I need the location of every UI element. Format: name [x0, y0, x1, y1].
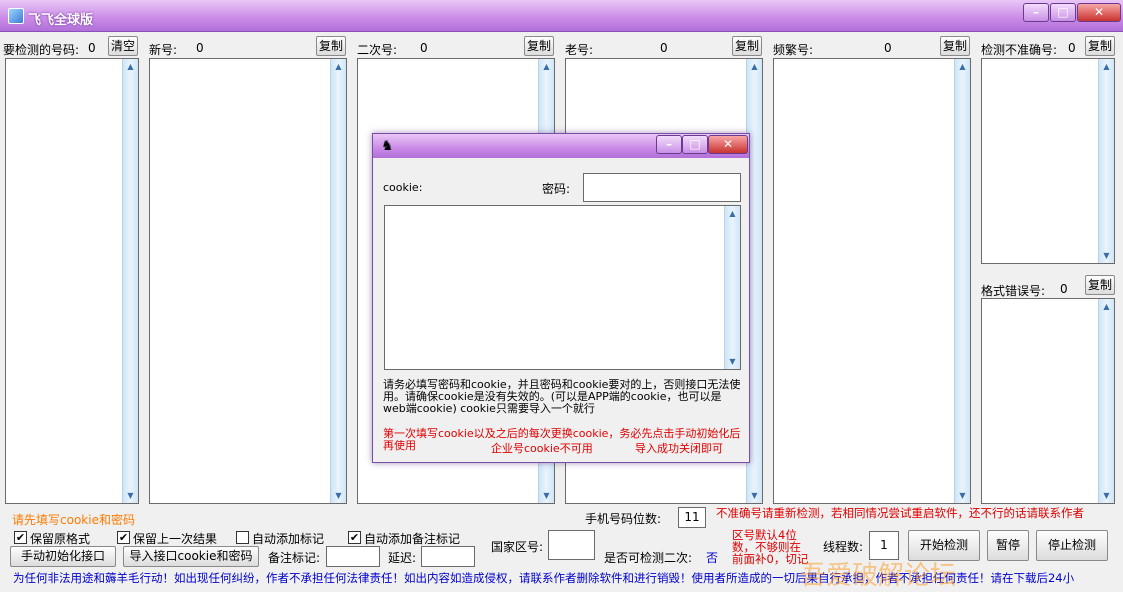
to-check-textarea[interactable]: ▲ ▼	[5, 58, 139, 504]
import-cookie-button[interactable]: 导入接口cookie和密码	[123, 546, 259, 567]
copy-inaccurate-button[interactable]: 复制	[1085, 36, 1115, 56]
threads-label: 线程数:	[823, 540, 864, 554]
maximize-button[interactable]: □	[1050, 3, 1076, 22]
phone-digits-label: 手机号码位数:	[585, 512, 662, 526]
dialog-maximize-button[interactable]: □	[682, 135, 708, 154]
country-code-label: 国家区号:	[491, 540, 544, 554]
scroll-down-icon[interactable]: ▼	[1099, 248, 1114, 263]
format-error-label: 格式错误号:	[981, 284, 1046, 298]
to-check-count: 0	[88, 41, 96, 55]
recheck-hint: 不准确号请重新检测，若相同情况尝试重启软件，还不行的话请联系作者	[716, 506, 1084, 520]
format-error-count: 0	[1060, 282, 1068, 296]
password-input[interactable]	[583, 173, 741, 202]
copy-old-button[interactable]: 复制	[732, 36, 762, 56]
frequent-textarea[interactable]: ▲ ▼	[773, 58, 971, 504]
cookie-hint: 请先填写cookie和密码	[12, 513, 135, 527]
auto-mark-label: 自动添加标记	[252, 532, 325, 546]
scrollbar[interactable]: ▲ ▼	[724, 206, 740, 369]
auto-note-label: 自动添加备注标记	[364, 532, 461, 546]
dialog-app-icon: ♞	[381, 138, 394, 154]
new-count: 0	[196, 41, 204, 55]
keep-last-checkbox[interactable]: ✔	[117, 531, 130, 544]
copy-format-error-button[interactable]: 复制	[1085, 275, 1115, 295]
scroll-up-icon[interactable]: ▲	[1099, 299, 1114, 314]
watermark: 吾爱破解论坛	[800, 561, 957, 591]
dialog-minimize-button[interactable]: –	[656, 135, 682, 154]
scrollbar[interactable]: ▲ ▼	[122, 59, 138, 503]
copy-new-button[interactable]: 复制	[316, 36, 346, 56]
recheck-value: 否	[706, 551, 719, 565]
frequent-count: 0	[884, 41, 892, 55]
scroll-down-icon[interactable]: ▼	[747, 488, 762, 503]
keep-format-checkbox[interactable]: ✔	[14, 531, 27, 544]
manual-init-button[interactable]: 手动初始化接口	[10, 546, 116, 567]
second-label: 二次号:	[357, 43, 398, 57]
copy-frequent-button[interactable]: 复制	[940, 36, 970, 56]
close-button[interactable]: ✕	[1077, 3, 1121, 22]
country-code-input[interactable]	[548, 530, 595, 560]
format-error-textarea[interactable]: ▲ ▼	[981, 298, 1115, 504]
password-label: 密码:	[542, 182, 571, 196]
inaccurate-label: 检测不准确号:	[981, 43, 1058, 57]
copy-second-button[interactable]: 复制	[524, 36, 554, 56]
new-label: 新号:	[149, 43, 178, 57]
clear-button[interactable]: 清空	[108, 36, 138, 56]
title-bar: 飞飞全球版 – □ ✕	[0, 0, 1123, 32]
delay-input[interactable]	[421, 546, 475, 567]
keep-last-label: 保留上一次结果	[133, 532, 218, 546]
app-icon	[8, 8, 24, 24]
dialog-info-text: 请务必填写密码和cookie，并且密码和cookie要对的上，否则接口无法使用。…	[383, 378, 741, 415]
old-label: 老号:	[565, 43, 594, 57]
scroll-up-icon[interactable]: ▲	[123, 59, 138, 74]
inaccurate-count: 0	[1068, 41, 1076, 55]
to-check-label: 要检测的号码:	[3, 43, 80, 57]
note-mark-input[interactable]	[326, 546, 380, 567]
auto-note-checkbox[interactable]: ✔	[348, 531, 361, 544]
keep-format-label: 保留原格式	[30, 532, 91, 546]
dialog-close-button[interactable]: ✕	[708, 135, 748, 154]
inaccurate-textarea[interactable]: ▲ ▼	[981, 58, 1115, 264]
scroll-down-icon[interactable]: ▼	[331, 488, 346, 503]
scrollbar[interactable]: ▲ ▼	[1098, 59, 1114, 263]
note-mark-label: 备注标记:	[268, 551, 321, 565]
new-textarea[interactable]: ▲ ▼	[149, 58, 347, 504]
phone-digits-input[interactable]: 11	[678, 507, 706, 528]
dialog-warning-enterprise: 企业号cookie不可用	[491, 442, 593, 455]
scrollbar[interactable]: ▲ ▼	[330, 59, 346, 503]
cookie-label: cookie:	[383, 181, 423, 194]
scroll-up-icon[interactable]: ▲	[1099, 59, 1114, 74]
scroll-down-icon[interactable]: ▼	[725, 354, 740, 369]
scroll-up-icon[interactable]: ▲	[725, 206, 740, 221]
scrollbar[interactable]: ▲ ▼	[954, 59, 970, 503]
cookie-textarea[interactable]: ▲ ▼	[384, 205, 741, 370]
scroll-up-icon[interactable]: ▲	[331, 59, 346, 74]
frequent-label: 频繁号:	[773, 43, 814, 57]
cookie-dialog: ♞ – □ ✕ cookie: 密码: ▲ ▼ 请务必填写密码和cookie，并且…	[372, 133, 750, 463]
scrollbar[interactable]: ▲ ▼	[1098, 299, 1114, 503]
minimize-button[interactable]: –	[1023, 3, 1049, 22]
dialog-title-bar: ♞ – □ ✕	[373, 134, 749, 158]
scroll-down-icon[interactable]: ▼	[955, 488, 970, 503]
pause-button[interactable]: 暂停	[987, 530, 1029, 561]
stop-button[interactable]: 停止检测	[1036, 530, 1108, 561]
window-title: 飞飞全球版	[28, 13, 94, 28]
auto-mark-checkbox[interactable]	[236, 531, 249, 544]
scroll-down-icon[interactable]: ▼	[123, 488, 138, 503]
second-count: 0	[420, 41, 428, 55]
dialog-warning-close: 导入成功关闭即可	[635, 442, 723, 455]
scroll-up-icon[interactable]: ▲	[539, 59, 554, 74]
recheck-label: 是否可检测二次:	[604, 551, 693, 565]
scroll-down-icon[interactable]: ▼	[539, 488, 554, 503]
delay-label: 延迟:	[388, 551, 417, 565]
old-count: 0	[660, 41, 668, 55]
scroll-down-icon[interactable]: ▼	[1099, 488, 1114, 503]
scroll-up-icon[interactable]: ▲	[955, 59, 970, 74]
scroll-up-icon[interactable]: ▲	[747, 59, 762, 74]
